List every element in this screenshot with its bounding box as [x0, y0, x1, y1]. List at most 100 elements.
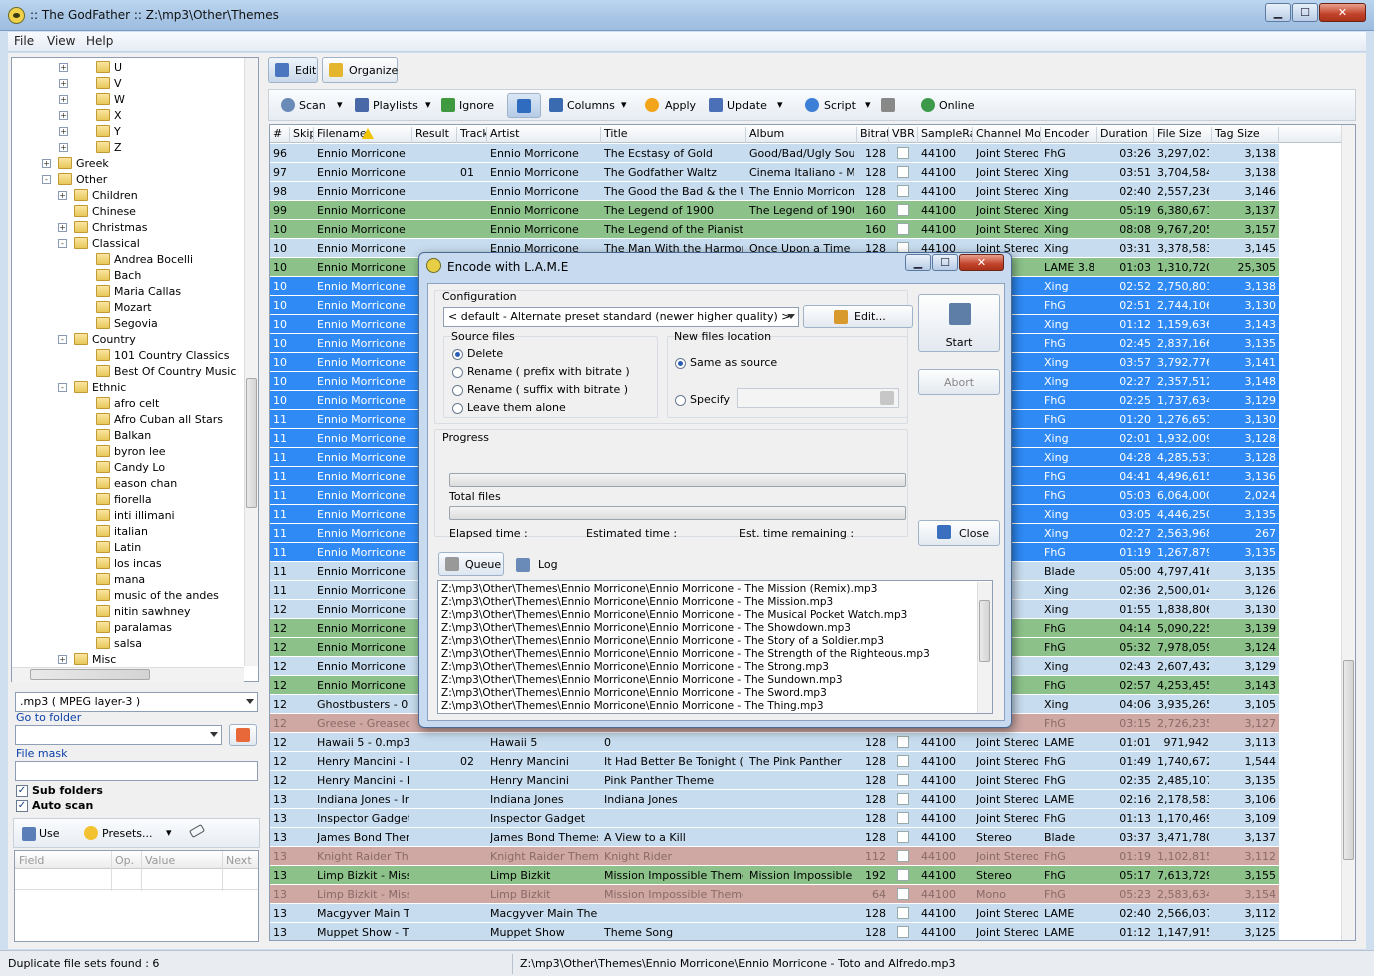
tree-item[interactable]: + Misc: [12, 652, 252, 668]
table-row[interactable]: 135 Limp Bizkit - Mission Limp Bizkit Missi…: [270, 885, 1279, 904]
folder-browse-icon[interactable]: [880, 391, 894, 405]
columns-button[interactable]: Columns: [567, 99, 615, 112]
queue-list[interactable]: Z:\mp3\Other\Themes\Ennio Morricone\Enni…: [437, 580, 993, 714]
tree-item[interactable]: Balkan: [12, 428, 252, 444]
playlists-button[interactable]: Playlists: [373, 99, 418, 112]
file-mask-input[interactable]: [15, 761, 258, 781]
collapse-icon[interactable]: -: [42, 175, 51, 184]
sub-folders-checkbox[interactable]: ✓: [16, 785, 28, 797]
tree-item[interactable]: + Christmas: [12, 220, 252, 236]
apply-button[interactable]: Apply: [665, 99, 696, 112]
column-header[interactable]: Channel Mode: [973, 127, 1041, 143]
column-header[interactable]: Tag Size: [1212, 127, 1279, 143]
tree-item[interactable]: salsa: [12, 636, 252, 652]
script-button[interactable]: Script: [824, 99, 856, 112]
abort-button[interactable]: Abort: [918, 369, 1000, 395]
tree-item[interactable]: - Country: [12, 332, 252, 348]
column-header[interactable]: Title: [601, 127, 746, 143]
tree-item[interactable]: nitin sawhney: [12, 604, 252, 620]
tree-item[interactable]: Best Of Country Music: [12, 364, 252, 380]
tree-item[interactable]: + U: [12, 60, 252, 76]
dialog-maximize-button[interactable]: ☐: [932, 254, 958, 271]
preset-select[interactable]: < default - Alternate preset standard (n…: [443, 307, 799, 327]
tree-item[interactable]: + V: [12, 76, 252, 92]
vbr-checkbox[interactable]: [897, 166, 909, 178]
table-row[interactable]: 131 Inspector Gadget - Inspector Gadget 128…: [270, 809, 1279, 828]
tree-item[interactable]: Segovia: [12, 316, 252, 332]
table-row[interactable]: 99 Ennio Morricone - T Ennio Morricone The …: [270, 201, 1279, 220]
expand-icon[interactable]: +: [59, 79, 68, 88]
queue-item[interactable]: Z:\mp3\Other\Themes\Ennio Morricone\Enni…: [441, 635, 884, 647]
close-button[interactable]: ✕: [1319, 3, 1366, 22]
vbr-checkbox[interactable]: [897, 755, 909, 767]
tree-item[interactable]: italian: [12, 524, 252, 540]
vbr-checkbox[interactable]: [897, 869, 909, 881]
column-header[interactable]: Artist: [487, 127, 601, 143]
playlists-dropdown-icon[interactable]: ▾: [425, 98, 431, 111]
folder-tree[interactable]: + U + V + W + X + Y + Z + Greek - Other + Children Chinese…: [11, 57, 259, 682]
eraser-icon[interactable]: [188, 824, 206, 838]
expand-icon[interactable]: +: [59, 63, 68, 72]
ignore-button[interactable]: Ignore: [459, 99, 494, 112]
radio-delete[interactable]: [452, 349, 463, 360]
presets-dropdown-icon[interactable]: ▾: [166, 826, 172, 839]
goto-folder-label[interactable]: Go to folder: [16, 711, 81, 724]
tree-item[interactable]: paralamas: [12, 620, 252, 636]
filter-grid[interactable]: Field Op. Value Next: [14, 850, 259, 942]
column-header[interactable]: File Size: [1154, 127, 1212, 143]
column-header[interactable]: Encoder: [1041, 127, 1097, 143]
collapse-icon[interactable]: -: [58, 383, 67, 392]
tree-item[interactable]: + Greek: [12, 156, 252, 172]
radio-specify[interactable]: [675, 395, 686, 406]
dialog-minimize-button[interactable]: ▁: [905, 254, 931, 271]
table-row[interactable]: 133 Knight Raider Them Knight Raider Theme…: [270, 847, 1279, 866]
vbr-checkbox[interactable]: [897, 204, 909, 216]
radio-same-as-source[interactable]: [675, 358, 686, 369]
expand-icon[interactable]: +: [58, 655, 67, 664]
column-header[interactable]: Track: [457, 127, 487, 143]
tree-item[interactable]: inti illimani: [12, 508, 252, 524]
tree-item[interactable]: eason chan: [12, 476, 252, 492]
tree-item[interactable]: Mozart: [12, 300, 252, 316]
browse-folder-button[interactable]: [229, 724, 257, 746]
expand-icon[interactable]: +: [58, 191, 67, 200]
tree-item[interactable]: Afro Cuban all Stars: [12, 412, 252, 428]
log-tab[interactable]: Log: [508, 554, 568, 576]
vbr-checkbox[interactable]: [897, 223, 909, 235]
tree-item[interactable]: los incas: [12, 556, 252, 572]
tools-icon[interactable]: [881, 98, 895, 112]
vbr-checkbox[interactable]: [897, 850, 909, 862]
columns-dropdown-icon[interactable]: ▾: [621, 98, 627, 111]
vbr-checkbox[interactable]: [897, 774, 909, 786]
auto-scan-checkbox[interactable]: ✓: [16, 800, 28, 812]
maximize-button[interactable]: ☐: [1292, 3, 1318, 22]
tree-item[interactable]: 101 Country Classics: [12, 348, 252, 364]
tree-horizontal-scrollbar[interactable]: [12, 667, 244, 682]
column-header[interactable]: Skip: [290, 127, 314, 143]
collapse-icon[interactable]: -: [58, 239, 67, 248]
tree-item[interactable]: Candy Lo: [12, 460, 252, 476]
column-header[interactable]: Duration: [1097, 127, 1154, 143]
format-select[interactable]: .mp3 ( MPEG layer-3 ): [15, 692, 258, 712]
specify-path-input[interactable]: [737, 388, 899, 408]
script-dropdown-icon[interactable]: ▾: [865, 98, 871, 111]
tree-item[interactable]: Bach: [12, 268, 252, 284]
vbr-checkbox[interactable]: [897, 831, 909, 843]
table-row[interactable]: 130 Indiana Jones - Ind Indiana Jones India…: [270, 790, 1279, 809]
collapse-icon[interactable]: -: [58, 335, 67, 344]
column-header[interactable]: Result: [412, 127, 457, 143]
tree-item[interactable]: + Children: [12, 188, 252, 204]
queue-item[interactable]: Z:\mp3\Other\Themes\Ennio Morricone\Enni…: [441, 583, 877, 595]
expand-icon[interactable]: +: [59, 143, 68, 152]
queue-item[interactable]: Z:\mp3\Other\Themes\Ennio Morricone\Enni…: [441, 687, 827, 699]
tree-item[interactable]: music of the andes: [12, 588, 252, 604]
table-row[interactable]: 136 Macgyver Main The Macgyver Main Theme 1…: [270, 904, 1279, 923]
update-dropdown-icon[interactable]: ▾: [777, 98, 783, 111]
table-row[interactable]: 134 Limp Bizkit - Mission Limp Bizkit Missi…: [270, 866, 1279, 885]
radio-leave-alone[interactable]: [452, 403, 463, 414]
queue-scroll-thumb[interactable]: [979, 600, 990, 662]
table-row[interactable]: 128 Henry Mancini - It H 02 Henry Mancini It…: [270, 752, 1279, 771]
column-header[interactable]: VBR: [889, 127, 918, 143]
tree-item[interactable]: Latin: [12, 540, 252, 556]
table-row[interactable]: 97 Ennio Morricone - T 01 Ennio Morricone Th…: [270, 163, 1279, 182]
